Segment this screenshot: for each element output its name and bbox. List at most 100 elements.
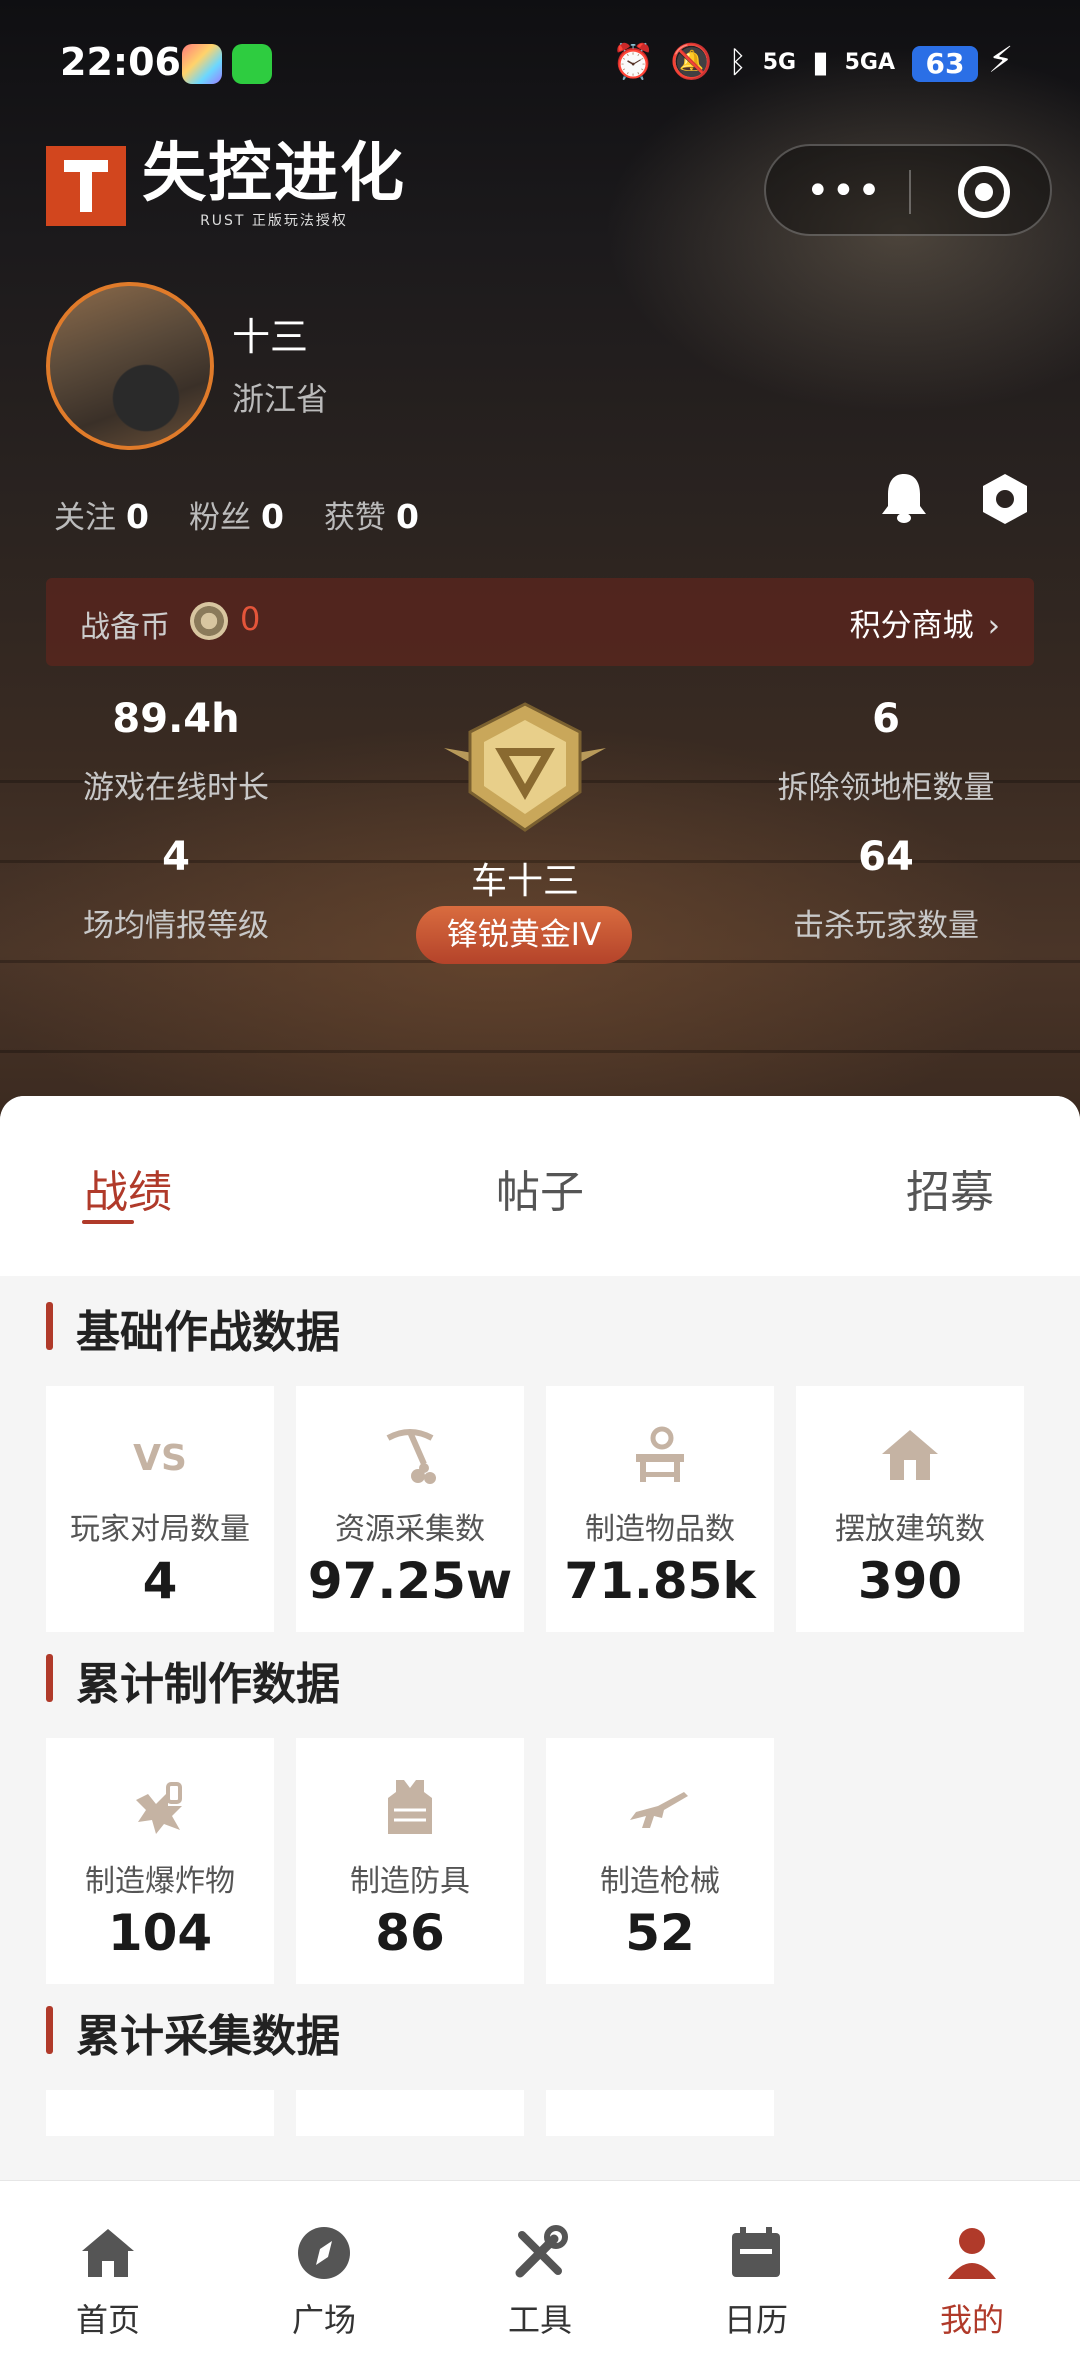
logo-title: 失控进化 bbox=[142, 137, 406, 211]
likes-label: 获赞 bbox=[323, 500, 386, 536]
stat-kills: 64 击杀玩家数量 bbox=[736, 834, 1036, 945]
signal-5ga-icon: 5GA bbox=[844, 49, 895, 75]
nav-label: 日历 bbox=[723, 2301, 788, 2339]
stat-card[interactable] bbox=[46, 2090, 274, 2136]
logo-mark-icon bbox=[46, 146, 126, 226]
tab-posts[interactable]: 帖子 bbox=[496, 1156, 584, 1220]
pickaxe-icon bbox=[386, 1429, 436, 1484]
coin-bar: 战备币 0 积分商城 › bbox=[46, 578, 1034, 666]
stat-label: 击杀玩家数量 bbox=[793, 908, 979, 944]
stat-label: 拆除领地柜数量 bbox=[777, 770, 995, 806]
tab-record[interactable]: 战绩 bbox=[84, 1156, 172, 1220]
stat-card-value: 390 bbox=[857, 1552, 963, 1610]
stat-online-hours: 89.4h 游戏在线时长 bbox=[26, 696, 326, 807]
stat-card[interactable]: 制造枪械 52 bbox=[546, 1738, 774, 1984]
more-menu-icon[interactable]: ••• bbox=[806, 168, 883, 214]
section-title-crafting: 累计制作数据 bbox=[46, 1648, 340, 1712]
stat-card-value: 104 bbox=[107, 1904, 213, 1962]
stat-card[interactable]: 制造防具 86 bbox=[296, 1738, 524, 1984]
mute-icon: 🔕 bbox=[670, 42, 713, 82]
section-title-gathering: 累计采集数据 bbox=[46, 2000, 340, 2064]
stat-card-value: 97.25w bbox=[307, 1552, 513, 1610]
stat-card[interactable]: 资源采集数 97.25w bbox=[296, 1386, 524, 1632]
user-region: 浙江省 bbox=[232, 380, 329, 418]
stat-card-label: 玩家对局数量 bbox=[70, 1512, 250, 1547]
close-miniprogram-icon[interactable] bbox=[958, 166, 1010, 218]
points-shop-link[interactable]: 积分商城 › bbox=[850, 600, 1000, 645]
stat-card[interactable]: 摆放建筑数 390 bbox=[796, 1386, 1024, 1632]
miniprogram-capsule: ••• bbox=[764, 144, 1052, 236]
bottom-nav: 首页 广场 工具 日历 我的 bbox=[0, 2180, 1080, 2375]
stat-label: 场均情报等级 bbox=[83, 908, 269, 944]
nav-label: 工具 bbox=[507, 2301, 572, 2339]
rank-badge-icon bbox=[444, 702, 606, 832]
follow-label: 关注 bbox=[54, 500, 116, 536]
nav-me[interactable]: 我的 bbox=[892, 2223, 1052, 2341]
stat-value: 89.4h bbox=[112, 696, 240, 742]
status-time: 22:06 bbox=[60, 40, 181, 84]
charging-icon: ⚡ bbox=[988, 40, 1014, 81]
coin-label: 战备币 bbox=[80, 610, 170, 645]
wechat-app-icon bbox=[232, 44, 272, 84]
stat-intel-level: 4 场均情报等级 bbox=[26, 834, 326, 945]
rifle-icon bbox=[630, 1792, 688, 1828]
gallery-app-icon bbox=[182, 44, 222, 84]
signal-5g-icon: 5G bbox=[762, 49, 797, 75]
stat-card[interactable]: VS 玩家对局数量 4 bbox=[46, 1386, 274, 1632]
nav-tools[interactable]: 工具 bbox=[460, 2223, 620, 2341]
nav-square[interactable]: 广场 bbox=[244, 2223, 404, 2341]
status-icons: ⏰ 🔕 ᛒ 5G ▮ 5GA ▮ bbox=[612, 42, 928, 82]
stat-card-label: 摆放建筑数 bbox=[835, 1512, 985, 1547]
user-name: 十三 bbox=[232, 315, 309, 359]
follow-stats: 关注 0 粉丝 0 获赞 0 bbox=[54, 492, 419, 537]
explosive-icon bbox=[136, 1782, 182, 1834]
armor-vest-icon bbox=[388, 1780, 432, 1834]
stat-card-value: 4 bbox=[142, 1552, 178, 1610]
rank-tier-badge: 锋锐黄金IV bbox=[416, 906, 632, 964]
bluetooth-icon: ᛒ bbox=[728, 44, 747, 80]
chevron-right-icon: › bbox=[987, 608, 1000, 644]
signal-bars-icon: ▮ bbox=[812, 44, 829, 80]
nav-calendar[interactable]: 日历 bbox=[676, 2223, 836, 2341]
stat-card[interactable] bbox=[296, 2090, 524, 2136]
section-title-combat: 基础作战数据 bbox=[46, 1296, 340, 1360]
fans-label: 粉丝 bbox=[188, 500, 251, 536]
calendar-icon bbox=[732, 2227, 780, 2277]
stat-card-label: 资源采集数 bbox=[335, 1512, 485, 1547]
rank-player-name: 车十三 bbox=[470, 861, 579, 902]
stat-card-value: 86 bbox=[375, 1904, 445, 1962]
fans-stat[interactable]: 粉丝 0 bbox=[189, 492, 284, 537]
avatar[interactable] bbox=[46, 282, 214, 450]
logo-subtitle: RUST 正版玩法授权 bbox=[200, 213, 348, 229]
capsule-divider bbox=[909, 170, 911, 214]
tools-icon bbox=[515, 2225, 568, 2278]
follow-stat[interactable]: 关注 0 bbox=[54, 492, 149, 537]
likes-count: 0 bbox=[395, 497, 419, 536]
tab-bar: 战绩 帖子 招募 bbox=[0, 1096, 1080, 1276]
stat-card[interactable]: 制造爆炸物 104 bbox=[46, 1738, 274, 1984]
status-bar: 22:06 ⏰ 🔕 ᛒ 5G ▮ 5GA ▮ 63 ⚡ bbox=[0, 0, 1080, 124]
stat-card[interactable]: 制造物品数 71.85k bbox=[546, 1386, 774, 1632]
active-tab-indicator bbox=[82, 1220, 134, 1224]
floor-plank-line bbox=[0, 1050, 1080, 1053]
tab-recruit[interactable]: 招募 bbox=[906, 1156, 994, 1220]
stat-card[interactable] bbox=[546, 2090, 774, 2136]
stat-card-label: 制造爆炸物 bbox=[85, 1864, 235, 1899]
bell-icon[interactable] bbox=[878, 470, 930, 524]
stat-card-label: 制造防具 bbox=[350, 1864, 470, 1899]
stat-value: 4 bbox=[162, 834, 190, 880]
stat-card-label: 制造物品数 bbox=[585, 1512, 735, 1547]
stat-card-value: 71.85k bbox=[564, 1552, 756, 1610]
coin-value: 0 bbox=[240, 600, 261, 638]
house-icon bbox=[882, 1430, 938, 1480]
nav-home[interactable]: 首页 bbox=[28, 2223, 188, 2341]
settings-icon[interactable] bbox=[978, 472, 1032, 526]
stat-label: 游戏在线时长 bbox=[83, 770, 269, 806]
stat-value: 6 bbox=[872, 696, 900, 742]
fans-count: 0 bbox=[260, 497, 284, 536]
stat-value: 64 bbox=[858, 834, 914, 880]
profile-icon bbox=[948, 2228, 996, 2279]
nav-label: 首页 bbox=[75, 2301, 140, 2339]
likes-stat[interactable]: 获赞 0 bbox=[324, 492, 419, 537]
vs-icon: VS bbox=[133, 1438, 187, 1479]
